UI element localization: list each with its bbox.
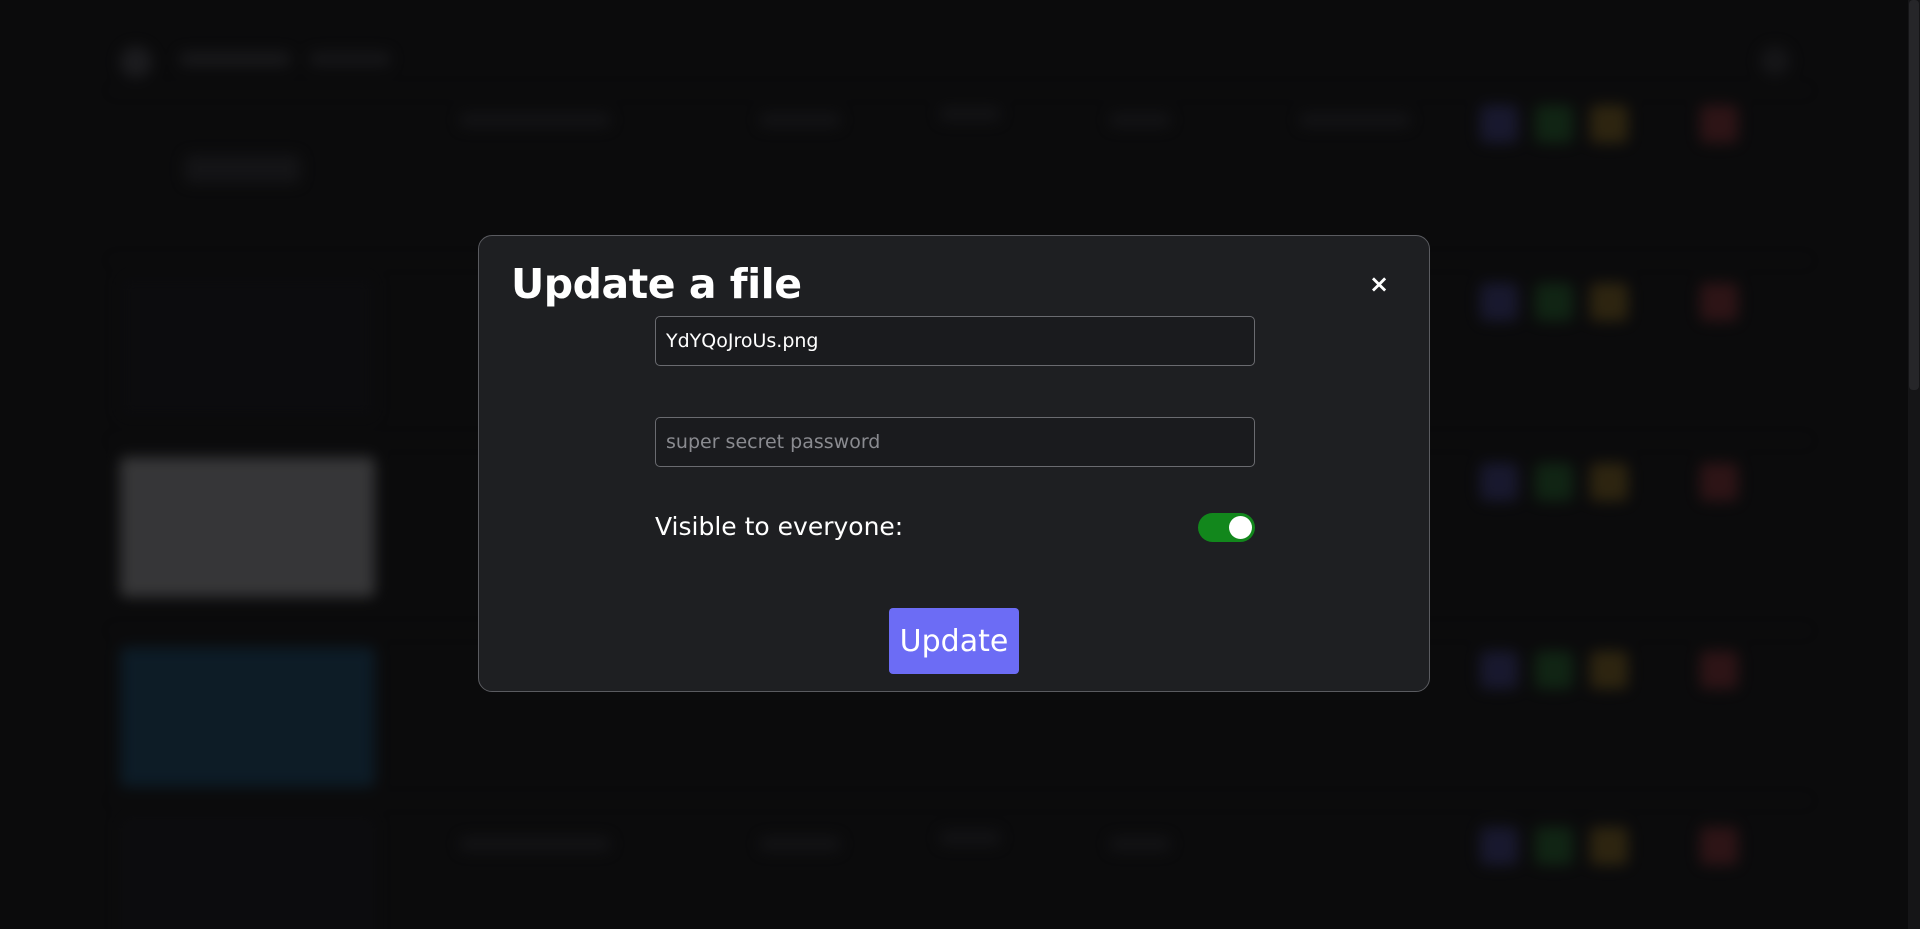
bg-row — [110, 800, 1810, 929]
bg-square — [1700, 827, 1738, 865]
bg-square — [1590, 463, 1628, 501]
close-icon: × — [1368, 270, 1390, 298]
bg-header — [110, 40, 1790, 80]
visibility-toggle[interactable] — [1198, 513, 1255, 542]
bg-thumb — [120, 277, 375, 417]
bg-square — [1480, 827, 1518, 865]
bg-cell — [1110, 113, 1170, 127]
update-button[interactable]: Update — [889, 608, 1019, 674]
bg-square — [1535, 651, 1573, 689]
modal-title: Update a file — [511, 260, 802, 308]
bg-square — [1480, 283, 1518, 321]
update-file-modal: Update a file × Visible to everyone: Upd… — [478, 235, 1430, 692]
bg-cell — [940, 831, 1000, 845]
bg-cell — [1110, 837, 1170, 851]
close-button[interactable]: × — [1367, 272, 1391, 296]
bg-cell — [1300, 113, 1410, 127]
bg-cell — [460, 113, 610, 127]
bg-thumb — [120, 647, 375, 787]
bg-square — [1590, 283, 1628, 321]
bg-brand — [180, 52, 290, 66]
bg-logo — [120, 46, 152, 78]
bg-square — [1535, 827, 1573, 865]
page-scrollbar[interactable] — [1908, 0, 1920, 929]
filename-input[interactable] — [655, 316, 1255, 366]
bg-square — [1480, 463, 1518, 501]
bg-cell — [760, 113, 840, 127]
bg-square — [1590, 827, 1628, 865]
bg-square — [1480, 651, 1518, 689]
bg-square — [1480, 105, 1518, 143]
bg-square — [1590, 105, 1628, 143]
bg-nav — [310, 52, 390, 66]
page: Update a file × Visible to everyone: Upd… — [0, 0, 1920, 929]
bg-cell — [460, 837, 610, 851]
visibility-row: Visible to everyone: — [655, 506, 1255, 546]
bg-square — [1700, 651, 1738, 689]
password-input[interactable] — [655, 417, 1255, 467]
bg-thumb — [120, 817, 375, 929]
bg-cell — [940, 107, 1000, 121]
bg-square — [1700, 463, 1738, 501]
toggle-knob — [1229, 516, 1252, 539]
bg-square — [1535, 283, 1573, 321]
visibility-label: Visible to everyone: — [655, 512, 904, 541]
page-scrollbar-thumb[interactable] — [1909, 0, 1919, 390]
bg-avatar — [1760, 46, 1790, 76]
bg-thumb — [120, 457, 375, 597]
bg-square — [1535, 105, 1573, 143]
bg-square — [1590, 651, 1628, 689]
bg-square — [1535, 463, 1573, 501]
bg-square — [1700, 105, 1738, 143]
bg-square — [1700, 283, 1738, 321]
bg-cell — [760, 837, 840, 851]
